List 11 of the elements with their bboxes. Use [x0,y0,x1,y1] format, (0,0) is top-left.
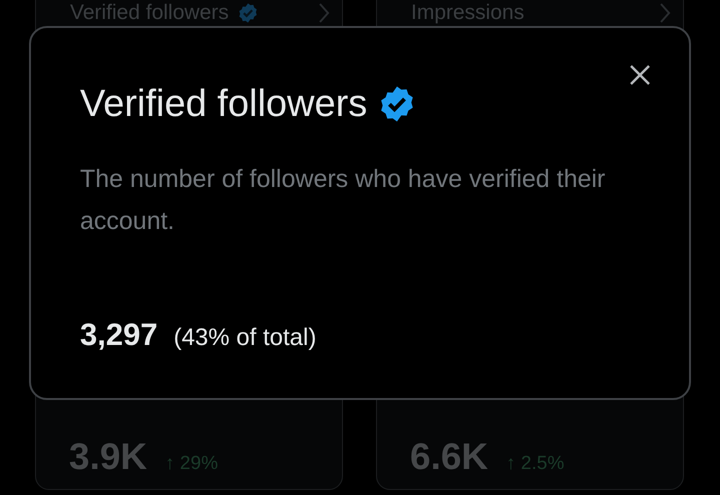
stat-value: 6.6K [410,435,488,479]
card-title: Impressions [411,0,524,26]
share-of-total: (43% of total) [174,323,316,353]
card-title: Verified followers [70,0,229,26]
stat-value: 3.9K [69,435,148,479]
chevron-icon [318,2,330,24]
verified-count: 3,297 [80,316,158,354]
chevron-icon [659,2,671,24]
close-icon [629,64,651,86]
dialog-description: The number of followers who have verified their account. [80,164,606,237]
dialog-title: Verified followers [80,82,368,127]
